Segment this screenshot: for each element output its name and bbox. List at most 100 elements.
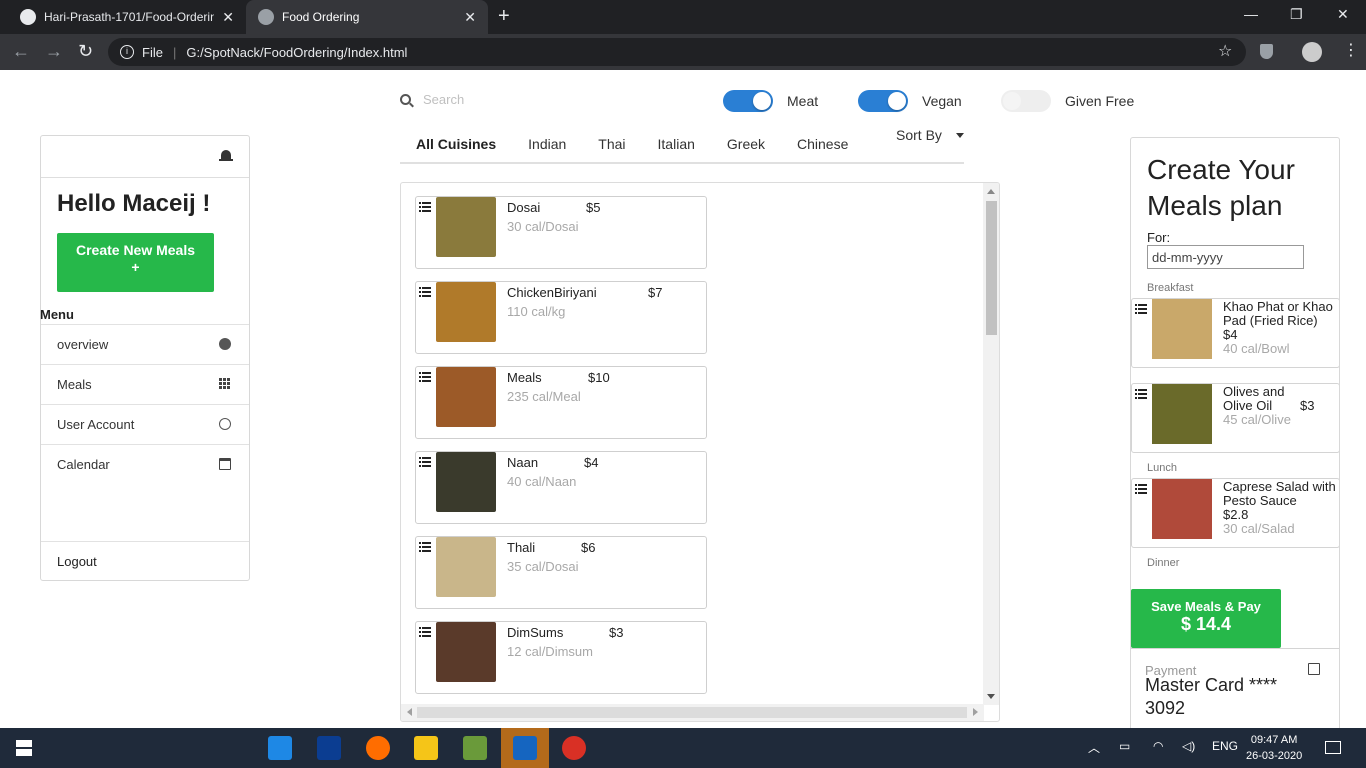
sidebar-item-user-account[interactable]: User Account bbox=[41, 404, 249, 444]
extension-shield-icon[interactable] bbox=[1260, 44, 1273, 59]
chrome-icon[interactable] bbox=[562, 736, 586, 760]
plan-item-calories: 40 cal/Bowl bbox=[1223, 341, 1290, 356]
plan-item[interactable]: Caprese Salad with Pesto Sauce $2.8 30 c… bbox=[1131, 478, 1339, 548]
meal-card[interactable]: Meals $10 235 cal/Meal bbox=[415, 366, 707, 439]
bookmark-star-icon[interactable]: ☆ bbox=[1218, 41, 1232, 61]
given-free-toggle[interactable] bbox=[1001, 90, 1051, 112]
browser-menu-icon[interactable]: ⋮ bbox=[1343, 40, 1359, 60]
create-button-label: Create New Meals bbox=[75, 242, 196, 258]
list-icon[interactable] bbox=[419, 372, 431, 382]
close-tab-icon[interactable]: ✕ bbox=[464, 9, 476, 26]
browser-tab-food-ordering[interactable]: Food Ordering ✕ bbox=[246, 0, 488, 34]
tray-chevron-icon[interactable]: ︿ bbox=[1088, 739, 1100, 756]
address-bar[interactable]: i File | G:/SpotNack/FoodOrdering/Index.… bbox=[108, 38, 1246, 66]
scroll-thumb[interactable] bbox=[417, 707, 967, 718]
scroll-thumb[interactable] bbox=[986, 201, 997, 335]
list-icon[interactable] bbox=[1135, 304, 1147, 314]
for-label: For: bbox=[1147, 230, 1171, 245]
reload-icon[interactable]: ↻ bbox=[78, 41, 93, 62]
tab-thai[interactable]: Thai bbox=[582, 128, 641, 162]
filter-meat[interactable]: Meat bbox=[723, 90, 818, 112]
browser-tab-github[interactable]: Hari-Prasath-1701/Food-Ordering ✕ bbox=[8, 0, 246, 34]
vegan-toggle[interactable] bbox=[858, 90, 908, 112]
list-icon[interactable] bbox=[419, 202, 431, 212]
meal-card[interactable]: Naan $4 40 cal/Naan bbox=[415, 451, 707, 524]
tab-greek[interactable]: Greek bbox=[711, 128, 781, 162]
payment-section: Payment Master Card **** 3092 bbox=[1131, 648, 1339, 736]
total-amount: $ 14.4 bbox=[1180, 614, 1232, 634]
profile-avatar[interactable] bbox=[1302, 42, 1322, 62]
meal-price: $7 bbox=[648, 285, 663, 300]
save-meals-pay-button[interactable]: Save Meals & Pay $ 14.4 bbox=[1131, 589, 1281, 648]
list-icon[interactable] bbox=[419, 287, 431, 297]
bell-icon[interactable] bbox=[219, 150, 233, 161]
battery-icon[interactable]: ▭ bbox=[1119, 739, 1130, 753]
sidebar-item-meals[interactable]: Meals bbox=[41, 364, 249, 404]
search-input[interactable] bbox=[423, 92, 623, 107]
plan-item-name: Caprese Salad with Pesto Sauce bbox=[1223, 479, 1336, 508]
sort-by-dropdown[interactable]: Sort By bbox=[896, 127, 964, 143]
meal-card[interactable]: DimSums $3 12 cal/Dimsum bbox=[415, 621, 707, 694]
volume-icon[interactable]: ◁) bbox=[1182, 739, 1195, 753]
scroll-right-icon[interactable] bbox=[973, 708, 978, 716]
scroll-down-icon[interactable] bbox=[987, 694, 995, 699]
list-icon[interactable] bbox=[419, 457, 431, 467]
shield-app-icon[interactable] bbox=[513, 736, 537, 760]
close-window-icon[interactable]: ✕ bbox=[1337, 6, 1349, 23]
devcpp-icon[interactable] bbox=[317, 736, 341, 760]
wifi-icon[interactable]: ◠ bbox=[1153, 739, 1163, 753]
logout-button[interactable]: Logout bbox=[41, 541, 249, 581]
filter-vegan[interactable]: Vegan bbox=[858, 90, 962, 112]
plan-item-info: Caprese Salad with Pesto Sauce $2.8 30 c… bbox=[1223, 479, 1339, 536]
date-input[interactable] bbox=[1147, 245, 1304, 269]
firefox-icon[interactable] bbox=[366, 736, 390, 760]
scroll-left-icon[interactable] bbox=[407, 708, 412, 716]
tab-italian[interactable]: Italian bbox=[642, 128, 711, 162]
notification-icon[interactable] bbox=[1325, 741, 1341, 754]
forward-icon[interactable]: → bbox=[45, 41, 63, 62]
windows-start-icon[interactable] bbox=[16, 740, 32, 756]
meal-price: $10 bbox=[588, 370, 610, 385]
plan-item[interactable]: Olives and Olive Oil $3 45 cal/Olive bbox=[1131, 383, 1339, 453]
meal-card[interactable]: Thali $6 35 cal/Dosai bbox=[415, 536, 707, 609]
info-icon[interactable]: i bbox=[120, 45, 134, 59]
recycle-app-icon[interactable] bbox=[268, 736, 292, 760]
create-new-meals-button[interactable]: Create New Meals + bbox=[57, 233, 214, 292]
cuisine-tabs: All Cuisines Indian Thai Italian Greek C… bbox=[400, 128, 964, 164]
task-manager-icon[interactable] bbox=[463, 736, 487, 760]
meal-name: Naan bbox=[507, 455, 539, 470]
tab-all-cuisines[interactable]: All Cuisines bbox=[400, 128, 512, 162]
list-icon[interactable] bbox=[419, 542, 431, 552]
meal-name: ChickenBiriyani bbox=[507, 285, 597, 300]
sidebar-item-overview[interactable]: overview bbox=[41, 324, 249, 364]
horizontal-scrollbar[interactable] bbox=[401, 704, 984, 721]
vertical-scrollbar[interactable] bbox=[983, 183, 999, 705]
tab-indian[interactable]: Indian bbox=[512, 128, 582, 162]
meal-card[interactable]: ChickenBiriyani $7 110 cal/kg bbox=[415, 281, 707, 354]
minimize-icon[interactable]: — bbox=[1244, 6, 1258, 22]
language-indicator[interactable]: ENG bbox=[1212, 739, 1238, 753]
list-icon[interactable] bbox=[1135, 484, 1147, 494]
back-icon[interactable]: ← bbox=[12, 41, 30, 62]
clock[interactable]: 09:47 AM 26-03-2020 bbox=[1246, 732, 1302, 764]
restore-icon[interactable]: ❐ bbox=[1290, 6, 1303, 23]
food-image bbox=[436, 367, 496, 427]
meal-calories: 110 cal/kg bbox=[507, 304, 566, 319]
plan-item[interactable]: Khao Phat or Khao Pad (Fried Rice) $4 40… bbox=[1131, 298, 1339, 368]
edit-icon[interactable] bbox=[1308, 663, 1320, 675]
sidebar-item-calendar[interactable]: Calendar bbox=[41, 444, 249, 484]
plan-item-calories: 45 cal/Olive bbox=[1223, 412, 1291, 427]
file-explorer-icon[interactable] bbox=[414, 736, 438, 760]
list-icon[interactable] bbox=[419, 627, 431, 637]
meal-price: $6 bbox=[581, 540, 596, 555]
plan-item-price: $3 bbox=[1300, 398, 1315, 413]
filter-given-free[interactable]: Given Free bbox=[1001, 90, 1134, 112]
new-tab-icon[interactable]: + bbox=[498, 5, 510, 28]
close-tab-icon[interactable]: ✕ bbox=[222, 9, 234, 26]
tab-chinese[interactable]: Chinese bbox=[781, 128, 864, 162]
list-icon[interactable] bbox=[1135, 389, 1147, 399]
sidebar: Hello Maceij ! Create New Meals + Menu o… bbox=[40, 135, 250, 581]
meal-card[interactable]: Dosai $5 30 cal/Dosai bbox=[415, 196, 707, 269]
scroll-up-icon[interactable] bbox=[987, 189, 995, 194]
meat-toggle[interactable] bbox=[723, 90, 773, 112]
